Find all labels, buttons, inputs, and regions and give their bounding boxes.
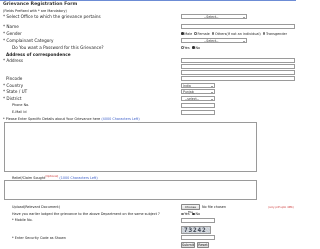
title-divider <box>0 0 296 1</box>
details-char-counter: (4000 Characters Left) <box>101 117 140 121</box>
security-code-label: * Enter Security Code as Shown <box>12 236 66 240</box>
district-label: * District <box>3 96 22 101</box>
country-label: * Country <box>3 83 24 88</box>
state-select-value: Punjab <box>183 90 194 94</box>
password-option-no[interactable]: No <box>192 46 200 50</box>
pdf-size-note: (only pdf upto 4Mb) <box>268 205 294 209</box>
no-file-text: No file chosen <box>202 205 227 209</box>
phone-field[interactable] <box>181 103 215 108</box>
gender-option-label: Male <box>184 31 193 36</box>
email-field[interactable] <box>181 110 215 115</box>
upload-label: Upload(Relevant Document) <box>12 205 61 209</box>
district-select-value: --select-- <box>185 97 200 101</box>
mandatory-note: (Fields Prefixed with * are Mandatory) <box>3 9 67 13</box>
password-label: Do You want a Password for this Grievanc… <box>12 45 104 50</box>
password-option-yes[interactable]: Yes <box>181 46 190 50</box>
page-title: Grievance Registration Form <box>3 2 78 7</box>
gender-radio-group: Male Female Others(If not an individual)… <box>181 32 287 36</box>
password-radio-group: Yes No <box>181 46 200 50</box>
password-option-label: Yes <box>184 45 190 50</box>
earlier-lodged-option-no[interactable]: No <box>192 212 200 216</box>
relief-optional-note: (Optional) <box>45 175 59 178</box>
country-select-value: India <box>183 84 191 88</box>
captcha-text: 73242 <box>184 227 207 235</box>
gender-option-female[interactable]: Female <box>194 31 210 36</box>
details-label: * Please Enter Specific Details about Yo… <box>3 117 101 121</box>
gender-option-label: Transgender <box>265 31 287 36</box>
captcha-image: 73242 <box>181 226 211 234</box>
gender-option-transgender[interactable]: Transgender <box>262 31 287 36</box>
office-select[interactable]: --Select-- <box>181 14 247 19</box>
gender-option-label: Female <box>197 31 210 36</box>
mobile-field[interactable] <box>181 218 215 223</box>
chevron-down-icon <box>211 98 214 100</box>
name-field[interactable] <box>181 24 295 29</box>
category-select[interactable]: --Select-- <box>181 38 247 43</box>
earlier-lodged-radio-group: Yes No <box>181 212 200 216</box>
gender-option-others[interactable]: Others(If not an individual) <box>211 31 261 36</box>
category-select-value: --Select-- <box>204 39 219 43</box>
gender-option-male[interactable]: Male <box>181 32 192 36</box>
email-label: E-Mail Id <box>12 110 27 114</box>
pincode-label: Pincode <box>6 76 23 81</box>
grievance-details-textarea[interactable] <box>4 122 257 172</box>
state-label: * State / UT <box>3 89 28 94</box>
choose-file-button[interactable]: Choose File <box>181 204 200 214</box>
district-select[interactable]: --select-- <box>181 96 215 101</box>
chevron-down-icon <box>243 40 246 42</box>
chevron-down-icon <box>211 91 214 93</box>
submit-button[interactable]: Submit <box>181 242 195 248</box>
phone-label: Phone No. <box>12 103 30 107</box>
gender-option-label: Others(If not an individual) <box>215 31 261 36</box>
office-label: * Select Office to which the grievance p… <box>3 14 101 19</box>
earlier-lodged-label: Have you earlier lodged the grievance to… <box>12 212 160 216</box>
name-label: * Name <box>3 24 19 29</box>
address-heading: Address of correspondence <box>6 52 71 57</box>
state-select[interactable]: Punjab <box>181 89 215 94</box>
chevron-down-icon <box>211 85 214 87</box>
address-line-1-field[interactable] <box>181 58 295 63</box>
password-option-label: No <box>195 45 201 50</box>
category-label: * Complainant Category <box>3 38 54 43</box>
address-line-3-field[interactable] <box>181 70 295 75</box>
address-line-2-field[interactable] <box>181 64 295 69</box>
earlier-lodged-option-label: No <box>195 212 201 216</box>
earlier-lodged-option-yes[interactable]: Yes <box>181 212 190 216</box>
details-label-row: * Please Enter Specific Details about Yo… <box>3 117 140 121</box>
pincode-field[interactable] <box>181 76 295 81</box>
reset-button[interactable]: Reset <box>197 242 209 248</box>
country-select[interactable]: India <box>181 83 215 88</box>
gender-label: * Gender <box>3 31 22 36</box>
chevron-down-icon <box>243 16 246 18</box>
security-code-field[interactable] <box>181 235 215 240</box>
earlier-lodged-option-label: Yes <box>184 212 190 216</box>
relief-textarea[interactable] <box>4 180 257 200</box>
office-select-value: --Select-- <box>204 15 219 19</box>
mobile-label: * Mobile No. <box>12 218 33 222</box>
address-label: * Address <box>3 58 24 63</box>
